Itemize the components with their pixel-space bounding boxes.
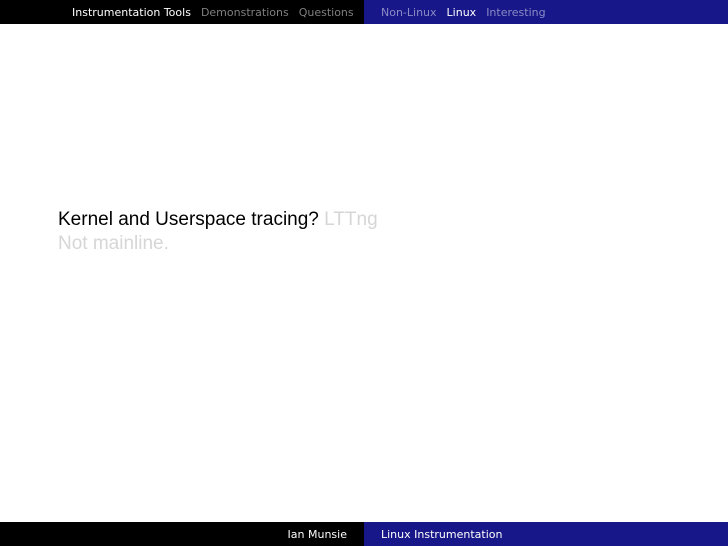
slide-line-2: Not mainline. — [58, 233, 169, 254]
nav-subsection-interesting[interactable]: Interesting — [486, 6, 545, 19]
nav-section-demonstrations[interactable]: Demonstrations — [201, 6, 289, 19]
slide-answer: LTTng — [324, 209, 378, 230]
slide-question: Kernel and Userspace tracing? — [58, 209, 319, 230]
nav-subsection-linux[interactable]: Linux — [447, 6, 477, 19]
footer-bar: Ian Munsie Linux Instrumentation — [0, 522, 728, 546]
slide-content: Kernel and Userspace tracing? LTTng Not … — [58, 208, 698, 256]
footer-title-panel: Linux Instrumentation — [364, 522, 728, 546]
nav-section-instrumentation-tools[interactable]: Instrumentation Tools — [72, 6, 191, 19]
section-navigation: Instrumentation Tools Demonstrations Que… — [0, 0, 364, 24]
nav-section-questions[interactable]: Questions — [299, 6, 354, 19]
footer-title: Linux Instrumentation — [381, 527, 503, 541]
footer-author-panel: Ian Munsie — [0, 522, 364, 546]
footer-author: Ian Munsie — [287, 527, 347, 541]
subsection-navigation: Non-Linux Linux Interesting — [364, 0, 728, 24]
slide-line-1: Kernel and Userspace tracing? LTTng — [58, 208, 698, 232]
nav-subsection-non-linux[interactable]: Non-Linux — [381, 6, 437, 19]
header-bar: Instrumentation Tools Demonstrations Que… — [0, 0, 728, 24]
